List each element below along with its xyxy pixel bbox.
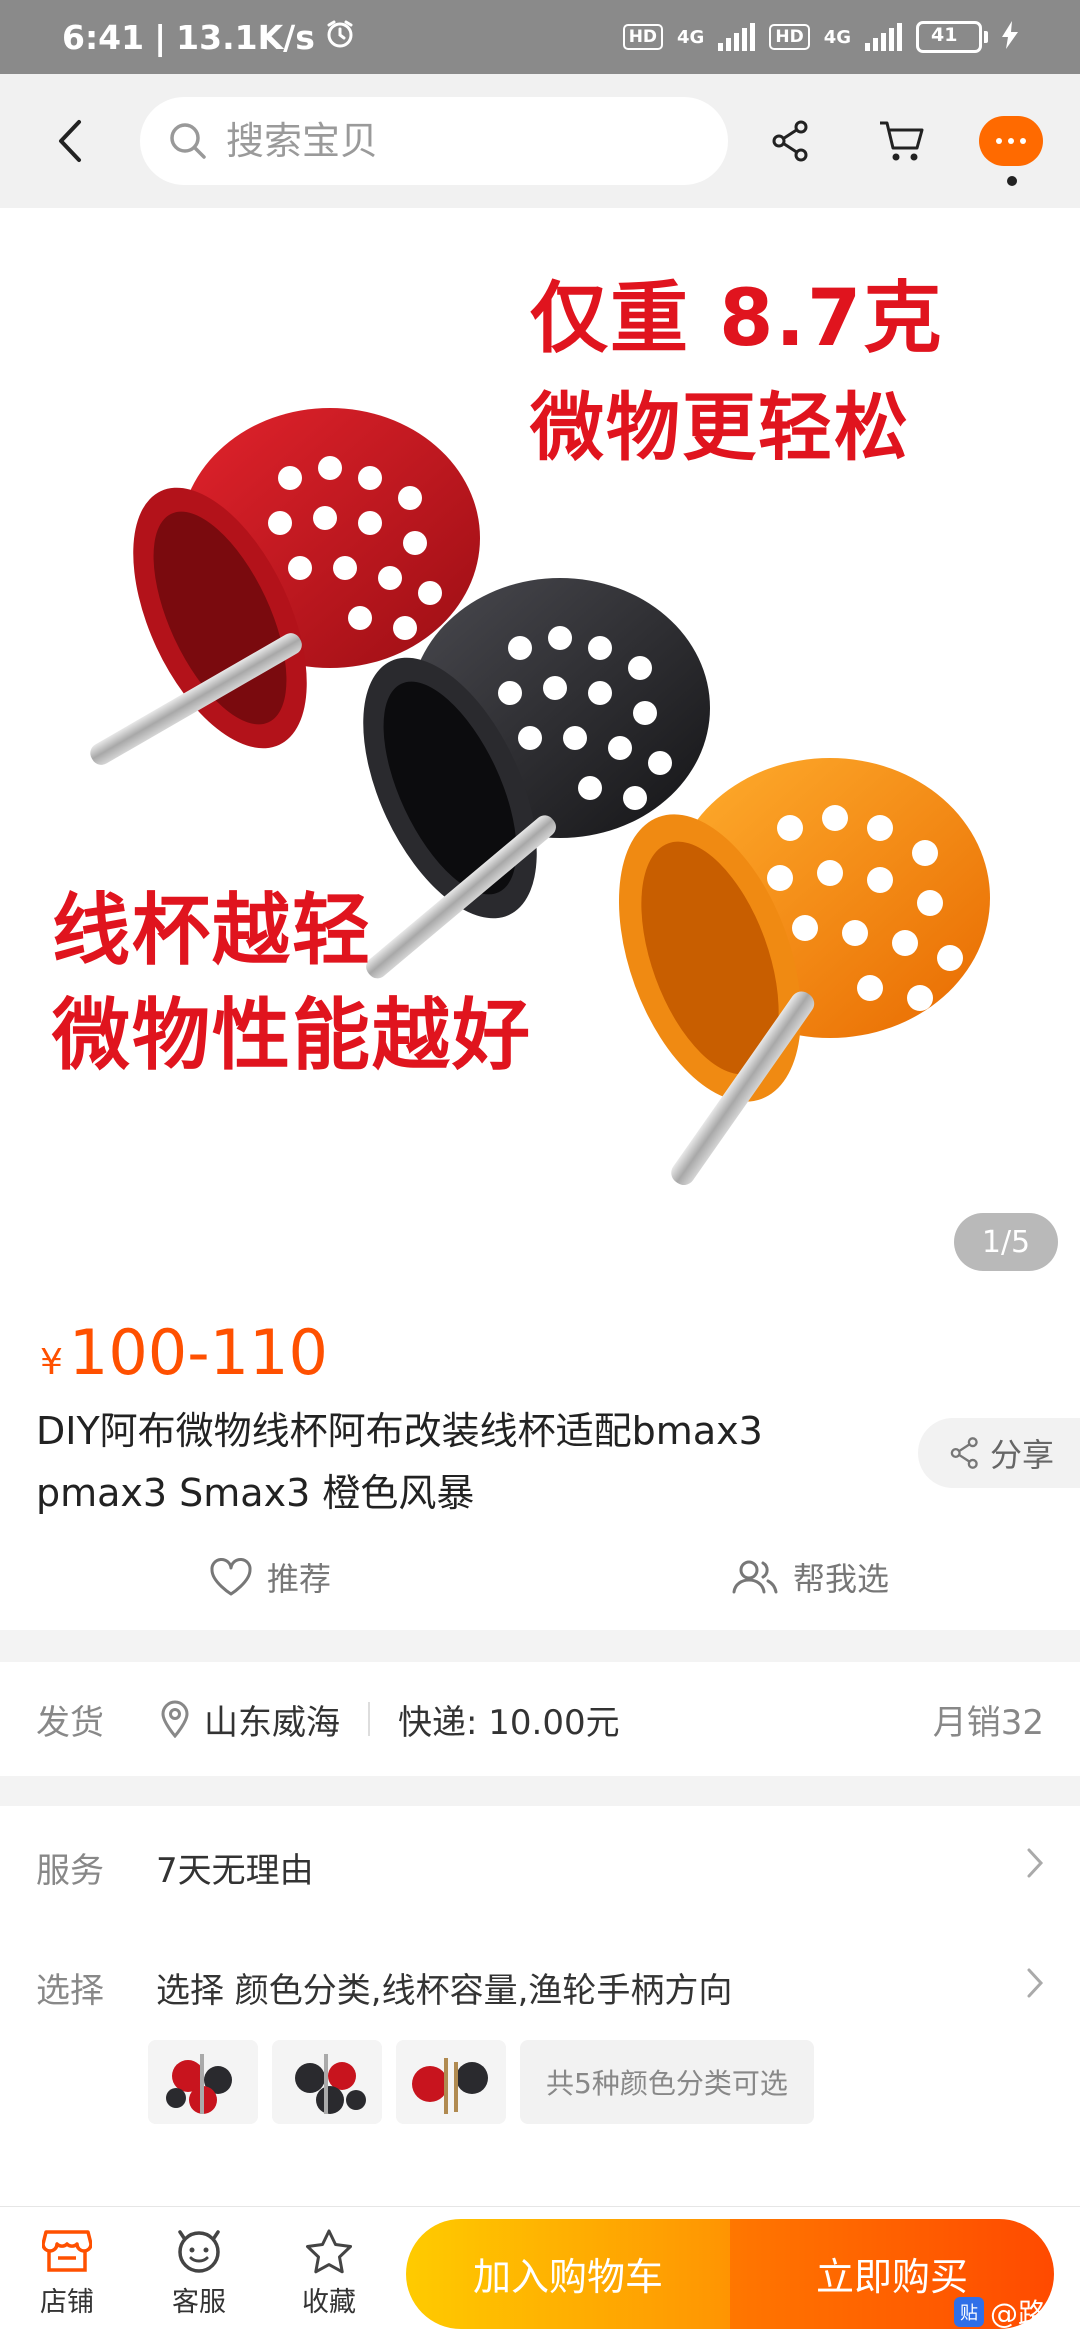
service-card: 服务 7天无理由 选择 选择 颜色分类,线杯容量,渔轮手柄方向 共5种颜色分类可… — [0, 1806, 1080, 2226]
watermark-text: @路亚 — [989, 2297, 1074, 2330]
cart-nav-button[interactable] — [846, 74, 956, 208]
recommend-button[interactable]: 推荐 — [0, 1544, 540, 1610]
top-nav-bar — [0, 74, 1080, 208]
store-tab[interactable]: 店铺 — [0, 2207, 134, 2340]
watermark: 贴 @路亚 — [953, 2292, 1074, 2332]
support-label: 客服 — [172, 2287, 226, 2318]
chevron-left-icon — [59, 120, 81, 162]
select-label: 选择 — [36, 1970, 104, 2011]
location-pin-icon — [161, 1700, 189, 1738]
more-colors-badge[interactable]: 共5种颜色分类可选 — [520, 2040, 814, 2124]
bottom-action-bar: 店铺 客服 收藏 加入购物车 立即购买 — [0, 2206, 1080, 2340]
select-value: 选择 颜色分类,线杯容量,渔轮手柄方向 — [156, 1970, 733, 2011]
star-icon — [306, 2229, 352, 2274]
more-button[interactable] — [956, 74, 1066, 208]
signal-icon-2 — [865, 23, 902, 51]
chevron-right-icon — [1026, 1847, 1044, 1888]
recommend-label: 推荐 — [266, 1560, 331, 1598]
action-row: 推荐 帮我选 — [0, 1544, 1080, 1610]
variant-thumbnails: 共5种颜色分类可选 — [148, 2040, 814, 2124]
price-value: 100-110 — [68, 1316, 328, 1389]
share-label: 分享 — [990, 1436, 1055, 1474]
chevron-right-icon — [1026, 1967, 1044, 2008]
shipping-row: 发货 山东威海 快递: 10.00元 月销32 — [0, 1662, 1080, 1776]
watermark-badge: 贴 — [953, 2297, 984, 2327]
product-title: DIY阿布微物线杯阿布改装线杯适配bmax3 pmax3 Smax3 橙色风暴 — [36, 1409, 763, 1515]
share-button[interactable]: 分享 — [918, 1418, 1080, 1488]
divider — [368, 1702, 370, 1736]
image-pager-badge: 1/5 — [954, 1213, 1058, 1271]
signal-icon — [718, 23, 756, 51]
search-box[interactable] — [140, 97, 728, 185]
battery-level: 41 — [931, 24, 958, 46]
network-type-2: 4G — [823, 26, 851, 48]
heart-icon — [210, 1558, 252, 1596]
store-label: 店铺 — [40, 2287, 94, 2318]
status-sep: | — [154, 17, 167, 57]
hero-text-lighter: 线杯越轻 — [52, 886, 373, 976]
status-time: 6:41 — [62, 17, 145, 57]
search-icon — [170, 123, 206, 159]
shipping-location-text: 山东威海 — [204, 1702, 340, 1743]
service-label: 服务 — [36, 1850, 104, 1891]
price: ¥ 100-110 — [40, 1316, 328, 1389]
share-icon — [950, 1437, 978, 1469]
hero-text-tagline: 微物更轻松 — [530, 385, 910, 471]
network-type: 4G — [677, 26, 705, 48]
hd-badge-2: HD — [769, 24, 810, 50]
support-tab[interactable]: 客服 — [134, 2207, 264, 2340]
shipping-fee: 快递: 10.00元 — [398, 1702, 620, 1743]
currency-symbol: ¥ — [40, 1342, 63, 1383]
charging-icon — [1002, 20, 1018, 54]
status-left: 6:41 | 13.1K/s — [62, 18, 355, 57]
back-button[interactable] — [0, 74, 140, 208]
battery-icon: 41 — [916, 21, 988, 53]
variant-thumbnail-red[interactable] — [148, 2040, 258, 2124]
status-right: HD 4G HD 4G 41 — [622, 20, 1018, 54]
hero-text-performance: 微物性能越好 — [52, 991, 533, 1081]
shipping-label: 发货 — [36, 1702, 104, 1743]
variant-thumbnail-black[interactable] — [272, 2040, 382, 2124]
status-bar: 6:41 | 13.1K/s HD 4G HD 4G 41 — [0, 0, 1080, 74]
service-row[interactable]: 服务 7天无理由 — [36, 1836, 1044, 1898]
shipping-location: 山东威海 — [160, 1695, 340, 1744]
alarm-icon — [325, 18, 355, 57]
favorite-tab[interactable]: 收藏 — [264, 2207, 394, 2340]
share-nav-button[interactable] — [736, 74, 846, 208]
hd-badge: HD — [622, 24, 664, 50]
monthly-sales: 月销32 — [932, 1702, 1044, 1743]
people-icon — [732, 1560, 778, 1594]
customer-service-icon — [178, 2230, 220, 2273]
help-choose-label: 帮我选 — [792, 1560, 889, 1598]
product-info-card: ¥ 100-110 DIY阿布微物线杯阿布改装线杯适配bmax3 pmax3 S… — [0, 1288, 1080, 1630]
product-image-carousel[interactable]: 仅重 8.7克 微物更轻松 线杯越轻 微物性能越好 1/5 — [0, 208, 1080, 1288]
add-to-cart-button[interactable]: 加入购物车 — [406, 2218, 730, 2329]
help-choose-button[interactable]: 帮我选 — [540, 1544, 1080, 1610]
share-icon — [772, 120, 808, 162]
search-input[interactable] — [226, 119, 666, 163]
more-icon — [979, 116, 1043, 186]
select-options-row[interactable]: 选择 选择 颜色分类,线杯容量,渔轮手柄方向 — [36, 1956, 1044, 2018]
variant-thumbnail-mixed[interactable] — [396, 2040, 506, 2124]
store-icon — [42, 2230, 92, 2272]
favorite-label: 收藏 — [302, 2287, 356, 2318]
cart-icon — [880, 121, 924, 161]
status-speed: 13.1K/s — [176, 17, 315, 57]
service-value: 7天无理由 — [156, 1850, 314, 1891]
hero-text-weight: 仅重 8.7克 — [530, 274, 944, 364]
